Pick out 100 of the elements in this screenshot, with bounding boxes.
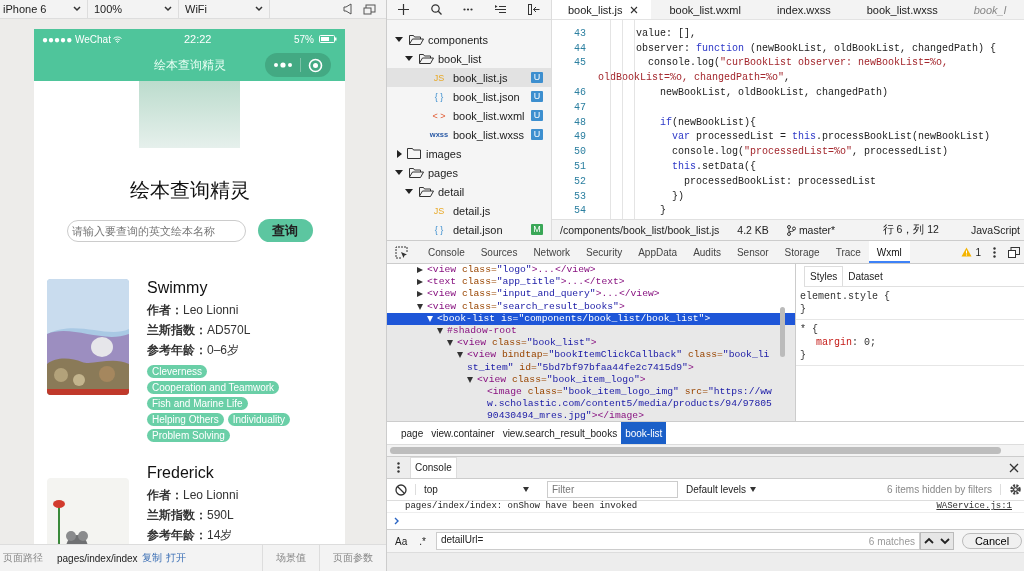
file-type-icon: < > [429,110,449,121]
devtools-tab[interactable]: Storage [776,241,828,263]
levels-dropdown[interactable]: Default levels [686,484,757,495]
editor-tab[interactable]: book_list.js [552,0,652,19]
editor-tab[interactable]: index.wxss [758,0,849,19]
context-select[interactable]: top [415,484,539,495]
file-tree-item[interactable]: pages [387,163,551,182]
language-mode[interactable]: JavaScript [970,224,1020,236]
file-tree-item[interactable]: book_list [387,49,551,68]
close-icon[interactable] [630,5,639,14]
add-icon[interactable] [397,4,409,15]
css-brace: } [800,349,807,362]
search-field[interactable]: 请输入要查询的英文绘本名称 [66,219,246,242]
close-icon[interactable] [1009,462,1019,473]
breadcrumb-item[interactable]: book-list [621,422,667,444]
path-link[interactable]: 复制 [141,551,162,565]
styles-tab[interactable]: Dataset [843,267,888,286]
caret-icon[interactable] [395,170,403,175]
css-declaration[interactable]: margin: 0; [800,336,1020,349]
styles-tab[interactable]: Styles [804,266,844,286]
log-source-link[interactable]: WAService.js:1 [936,501,1012,512]
chevron-down-icon [164,6,172,12]
file-tree-item[interactable]: images [387,144,551,163]
file-tree-item[interactable]: JS detail.js [387,201,551,220]
target-icon[interactable] [308,57,324,73]
devtools-tab[interactable]: Console [420,241,473,263]
line-number: 50 [573,146,587,158]
clock-time: 22:22 [183,33,212,45]
file-tree-item[interactable]: { } book_list.json U [387,87,551,106]
caret-icon[interactable] [405,56,413,61]
breadcrumb-item[interactable]: page [397,422,428,444]
settings-icon[interactable] [1009,483,1022,496]
file-tree-item[interactable]: < > book_list.wxml U [387,106,551,125]
code-line: var processedList = this.processBookList(newBookList) [671,131,991,143]
collapse-icon[interactable] [528,4,541,15]
warning-count[interactable]: 1 [975,246,981,258]
cancel-button[interactable]: Cancel [962,533,1022,549]
speaker-icon[interactable] [343,3,353,15]
battery-icon [319,35,337,43]
device-select[interactable]: 100% [91,0,179,18]
path-link[interactable]: 打开 [165,551,186,565]
match-case-toggle[interactable]: Aa [393,535,410,547]
filter-field[interactable]: Filter [547,481,678,498]
scrollbar-thumb[interactable] [390,447,1001,454]
editor-tab[interactable]: book_list.wxml [651,0,759,19]
dom-node[interactable]: <text class="app_title">...</text> [427,276,625,289]
editor-tab[interactable]: book_list.wxss [848,0,956,19]
line-number: 53 [573,190,587,202]
search-icon[interactable] [430,4,442,15]
menu-icon[interactable] [397,462,400,473]
code-line: newBookList, oldBookList, changedPath) [659,87,889,99]
outline-icon[interactable] [495,5,507,14]
breadcrumb-item[interactable]: view.search_result_books [498,422,622,444]
devtools-tab[interactable]: Security [578,241,631,263]
devtools-tab[interactable]: Wxml [868,241,910,263]
devtools-tab[interactable]: AppData [630,241,686,263]
file-tree-item[interactable]: { } detail.json M [387,220,551,239]
dom-node[interactable]: #shadow-root [447,325,517,338]
line-number: 46 [573,87,587,99]
menu-icon[interactable] [993,246,996,258]
device-select[interactable]: iPhone 6 [0,0,88,18]
clear-icon[interactable] [395,483,407,496]
file-tree-item[interactable]: JS book_list.js U [387,68,551,87]
status-badge: U [531,72,543,83]
folder-icon [419,186,434,197]
file-tree-item[interactable]: detail [387,182,551,201]
breadcrumb-item[interactable]: view.container [427,422,499,444]
code-line: processedBookList: processedList [683,175,877,187]
dom-node[interactable]: <view class="logo">...</view> [427,264,596,277]
css-selector: element.style { [800,290,891,303]
file-type-icon: JS [429,205,449,216]
search-field[interactable]: detailUrl= 6 matches [435,532,920,550]
git-branch[interactable]: master* [798,224,836,236]
devtools-tab[interactable]: Trace [827,241,869,263]
inspect-icon[interactable] [395,245,408,259]
capsule-menu[interactable] [265,53,331,77]
caret-icon[interactable] [395,37,403,42]
caret-icon[interactable] [467,376,474,384]
dom-node[interactable]: <view class="search_result_books"> [427,300,625,313]
dock-icon[interactable] [1008,246,1020,258]
regex-toggle[interactable]: .* [417,535,428,547]
more-icon[interactable] [463,8,474,11]
console-tab[interactable]: Console [410,457,457,478]
devtools-tab[interactable]: Audits [685,241,729,263]
code-line: this.setData({ [671,161,757,173]
css-brace: } [800,303,807,316]
line-number: 51 [573,161,587,173]
code-line: observer: function (newBookList, oldBookList, changedPath) { [635,42,997,54]
devtools-tab[interactable]: Network [525,241,579,263]
caret-icon[interactable] [405,189,413,194]
caret-icon[interactable] [397,149,402,158]
devtools-tab[interactable]: Sources [472,241,526,263]
device-select[interactable]: WiFi [182,0,270,18]
query-button[interactable]: 查询 [257,219,313,242]
window-icon[interactable] [363,3,376,15]
file-tree-item[interactable]: components [387,30,551,49]
dom-node[interactable]: <view class="input_and_query">...</view> [427,288,660,301]
devtools-tab[interactable]: Sensor [728,241,777,263]
line-number: 52 [573,175,587,187]
line-number: 49 [573,131,587,143]
